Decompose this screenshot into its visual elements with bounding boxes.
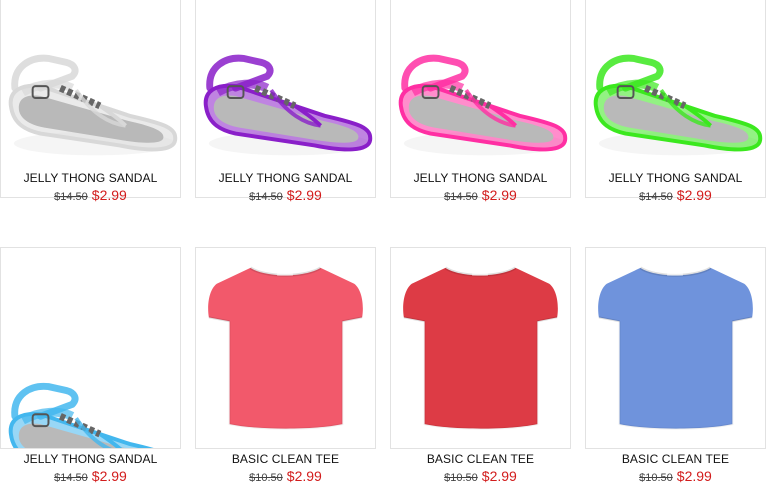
product-price: $14.50 $2.99 xyxy=(0,187,181,203)
original-price: $14.50 xyxy=(54,191,88,203)
product-image-link[interactable] xyxy=(585,0,766,198)
product-name[interactable]: JELLY THONG SANDAL xyxy=(0,171,181,185)
green-jelly-sandal-image xyxy=(593,54,763,156)
sale-price: $2.99 xyxy=(481,187,517,203)
original-price: $10.50 xyxy=(444,472,478,484)
product-name[interactable]: JELLY THONG SANDAL xyxy=(195,171,376,185)
sale-price: $2.99 xyxy=(286,187,322,203)
sale-price: $2.99 xyxy=(676,187,712,203)
product-price: $10.50 $2.99 xyxy=(585,468,766,484)
sale-price: $2.99 xyxy=(676,468,712,484)
blue-jelly-sandal-image xyxy=(8,382,154,448)
original-price: $14.50 xyxy=(249,191,283,203)
original-price: $10.50 xyxy=(249,472,283,484)
product-price: $10.50 $2.99 xyxy=(390,468,571,484)
pink-jelly-sandal-image xyxy=(398,54,568,156)
product-image-link[interactable] xyxy=(195,0,376,198)
red-tee-image xyxy=(403,266,558,430)
sale-price: $2.99 xyxy=(91,187,127,203)
original-price: $10.50 xyxy=(639,472,673,484)
product-price: $14.50 $2.99 xyxy=(0,468,181,484)
product-price: $14.50 $2.99 xyxy=(585,187,766,203)
product-name[interactable]: JELLY THONG SANDAL xyxy=(585,171,766,185)
product-image-link[interactable] xyxy=(390,0,571,198)
product-image-link[interactable] xyxy=(390,247,571,449)
coral-tee-image xyxy=(208,266,363,430)
product-image-link[interactable] xyxy=(585,247,766,449)
original-price: $14.50 xyxy=(444,191,478,203)
product-image-link[interactable] xyxy=(0,247,181,449)
product-image-link[interactable] xyxy=(195,247,376,449)
original-price: $14.50 xyxy=(54,472,88,484)
product-price: $14.50 $2.99 xyxy=(195,187,376,203)
product-name[interactable]: JELLY THONG SANDAL xyxy=(390,171,571,185)
product-price: $14.50 $2.99 xyxy=(390,187,571,203)
original-price: $14.50 xyxy=(639,191,673,203)
product-name[interactable]: BASIC CLEAN TEE xyxy=(585,452,766,466)
product-name[interactable]: BASIC CLEAN TEE xyxy=(195,452,376,466)
product-name[interactable]: BASIC CLEAN TEE xyxy=(390,452,571,466)
sale-price: $2.99 xyxy=(286,468,322,484)
blue-tee-image xyxy=(598,266,753,430)
product-image-link[interactable] xyxy=(0,0,181,198)
clear-jelly-sandal-image xyxy=(8,54,178,156)
purple-jelly-sandal-image xyxy=(203,54,373,156)
sale-price: $2.99 xyxy=(481,468,517,484)
product-price: $10.50 $2.99 xyxy=(195,468,376,484)
sale-price: $2.99 xyxy=(91,468,127,484)
product-name[interactable]: JELLY THONG SANDAL xyxy=(0,452,181,466)
